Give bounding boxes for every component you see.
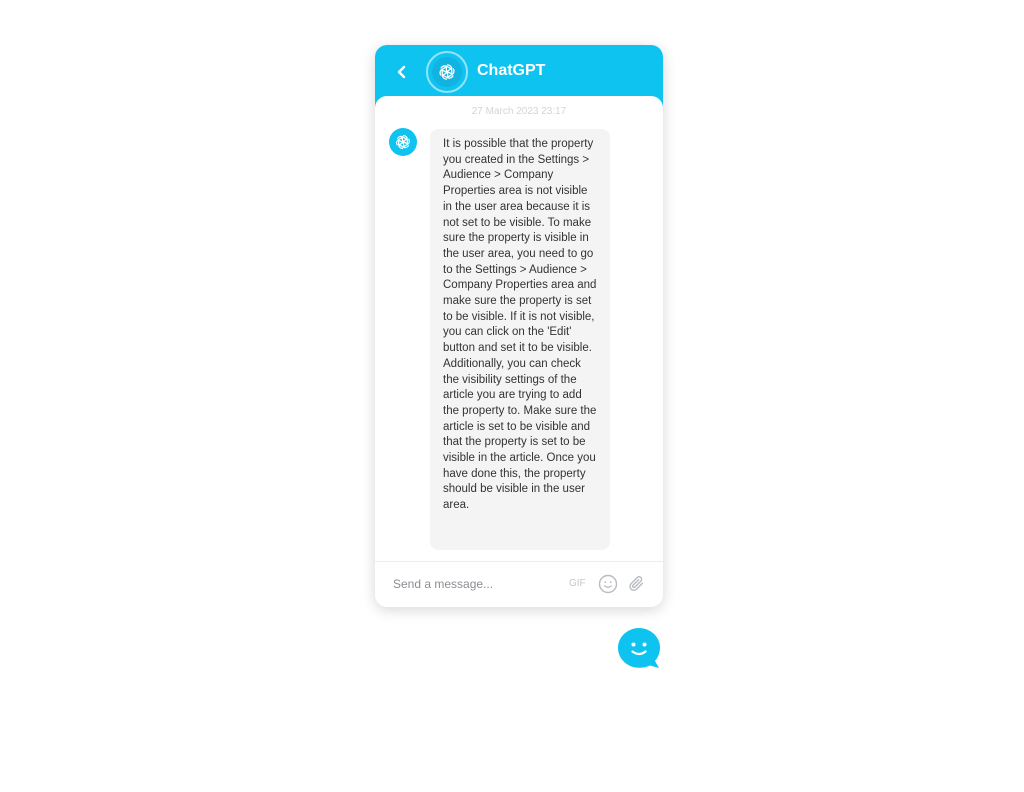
paperclip-icon bbox=[629, 576, 644, 591]
openai-logo-icon bbox=[432, 57, 462, 87]
chat-launcher-button[interactable] bbox=[618, 627, 662, 669]
emoji-button[interactable] bbox=[598, 574, 618, 594]
message-input[interactable] bbox=[393, 574, 563, 594]
chevron-left-icon bbox=[397, 65, 406, 79]
chat-bubble-smiley-icon bbox=[618, 628, 660, 668]
message-list[interactable]: 27 March 2023 23:17 It is possible that … bbox=[375, 96, 663, 561]
message-timestamp: 27 March 2023 23:17 bbox=[471, 106, 567, 117]
openai-logo-icon bbox=[394, 134, 412, 150]
gif-button[interactable]: GIF bbox=[569, 578, 586, 590]
attach-button[interactable] bbox=[627, 574, 647, 594]
emoji-smiley-icon bbox=[598, 574, 618, 594]
avatar bbox=[389, 128, 417, 156]
back-button[interactable] bbox=[391, 61, 413, 83]
avatar bbox=[426, 51, 468, 93]
message-bubble: It is possible that the property you cre… bbox=[430, 129, 610, 550]
message-composer: GIF bbox=[375, 562, 663, 607]
chat-widget: ChatGPT 27 March 2023 23:17 It is possib… bbox=[375, 45, 663, 607]
chat-title: ChatGPT bbox=[477, 62, 546, 79]
